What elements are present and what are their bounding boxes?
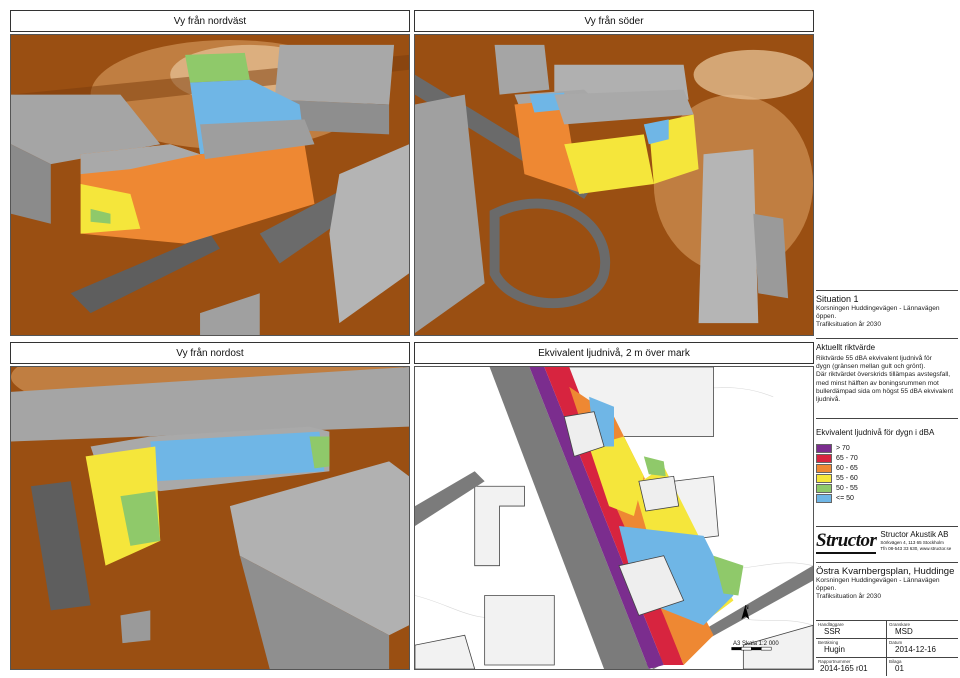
divider bbox=[816, 526, 958, 527]
legend: Ekvivalent ljudnivå för dygn i dBA > 70 6… bbox=[816, 428, 958, 503]
divider bbox=[816, 338, 958, 339]
divider bbox=[816, 562, 958, 563]
noise-map[interactable]: A3 Skala 1:2 000 N bbox=[414, 366, 814, 670]
guideline-line: med minst hälften av boningsrummen mot bbox=[816, 379, 939, 387]
datum-value: 2014-12-16 bbox=[895, 645, 936, 654]
legend-swatch bbox=[816, 443, 832, 453]
guideline-line: bullerdämpad sida om högst 55 dBA ekviva… bbox=[816, 387, 954, 395]
legend-swatch bbox=[816, 453, 832, 463]
map-scale-text: A3 Skala 1:2 000 bbox=[733, 641, 779, 647]
legend-label: 55 - 60 bbox=[836, 474, 858, 482]
legend-swatch bbox=[816, 463, 832, 473]
view-nordost-3d[interactable] bbox=[10, 366, 410, 670]
legend-swatch bbox=[816, 493, 832, 503]
view-title-karta: Ekvivalent ljudnivå, 2 m över mark bbox=[414, 342, 814, 364]
legend-label: > 70 bbox=[836, 444, 850, 452]
project-title: Östra Kvarnbergsplan, Huddinge bbox=[816, 566, 955, 577]
legend-item: 50 - 55 bbox=[816, 483, 958, 493]
situation-line: Trafiksituation år 2030 bbox=[816, 321, 881, 329]
granskare-value: MSD bbox=[895, 627, 913, 636]
legend-item: 60 - 65 bbox=[816, 463, 958, 473]
view-nordvast-3d[interactable] bbox=[10, 34, 410, 336]
legend-item: 65 - 70 bbox=[816, 453, 958, 463]
situation-heading: Situation 1 bbox=[816, 294, 859, 304]
project-line: Korsningen Huddingevägen - Lännavägen bbox=[816, 577, 940, 584]
legend-swatch bbox=[816, 483, 832, 493]
view-title-soder: Vy från söder bbox=[414, 10, 814, 32]
guideline-line: Där riktvärdet överskrids tillämpas avst… bbox=[816, 371, 951, 379]
project-line: Trafiksituation år 2030 bbox=[816, 593, 881, 601]
guideline-line: ljudnivå. bbox=[816, 396, 841, 404]
structor-logo: Structor bbox=[816, 530, 877, 554]
legend-item: > 70 bbox=[816, 443, 958, 453]
north-arrow-label: N bbox=[745, 605, 749, 611]
berakning-value: Hugin bbox=[824, 645, 845, 654]
legend-label: 60 - 65 bbox=[836, 464, 858, 472]
divider bbox=[816, 290, 958, 291]
title-block: Handläggare SSR Granskare MSD Beräkning … bbox=[816, 620, 958, 676]
legend-label: <= 50 bbox=[836, 494, 854, 502]
legend-label: 50 - 55 bbox=[836, 484, 858, 492]
guideline-line: dygn (gränsen mellan gult och grönt). bbox=[816, 363, 926, 371]
situation-block: Situation 1 Korsningen Huddingevägen - L… bbox=[816, 294, 958, 330]
guideline-heading: Aktuellt riktvärde bbox=[816, 343, 876, 352]
company-name: Structor Akustik AB bbox=[880, 530, 949, 539]
view-title-nordvast: Vy från nordväst bbox=[10, 10, 410, 32]
bilaga-value: 01 bbox=[895, 664, 904, 673]
project-block: Östra Kvarnbergsplan, Huddinge Korsninge… bbox=[816, 566, 958, 602]
view-soder-3d[interactable] bbox=[414, 34, 814, 336]
legend-heading: Ekvivalent ljudnivå för dygn i dBA bbox=[816, 428, 935, 437]
rapport-value: 2014-165 r01 bbox=[820, 664, 868, 673]
legend-swatch bbox=[816, 473, 832, 483]
legend-label: 65 - 70 bbox=[836, 454, 858, 462]
situation-line: Korsningen Huddingevägen - Lännavägen bbox=[816, 305, 940, 312]
guideline-block: Aktuellt riktvärde Riktvärde 55 dBA ekvi… bbox=[816, 343, 958, 404]
legend-item: 55 - 60 bbox=[816, 473, 958, 483]
handlaggare-value: SSR bbox=[824, 627, 841, 636]
view-title-nordost: Vy från nordost bbox=[10, 342, 410, 364]
guideline-line: Riktvärde 55 dBA ekvivalent ljudnivå för bbox=[816, 355, 932, 362]
company-block: Structor Structor Akustik AB Sörkvägen 4… bbox=[816, 530, 958, 554]
legend-item: <= 50 bbox=[816, 493, 958, 503]
divider bbox=[816, 418, 958, 419]
company-contact: Tfn 08-543 33 630, www.structor.se bbox=[880, 546, 952, 551]
